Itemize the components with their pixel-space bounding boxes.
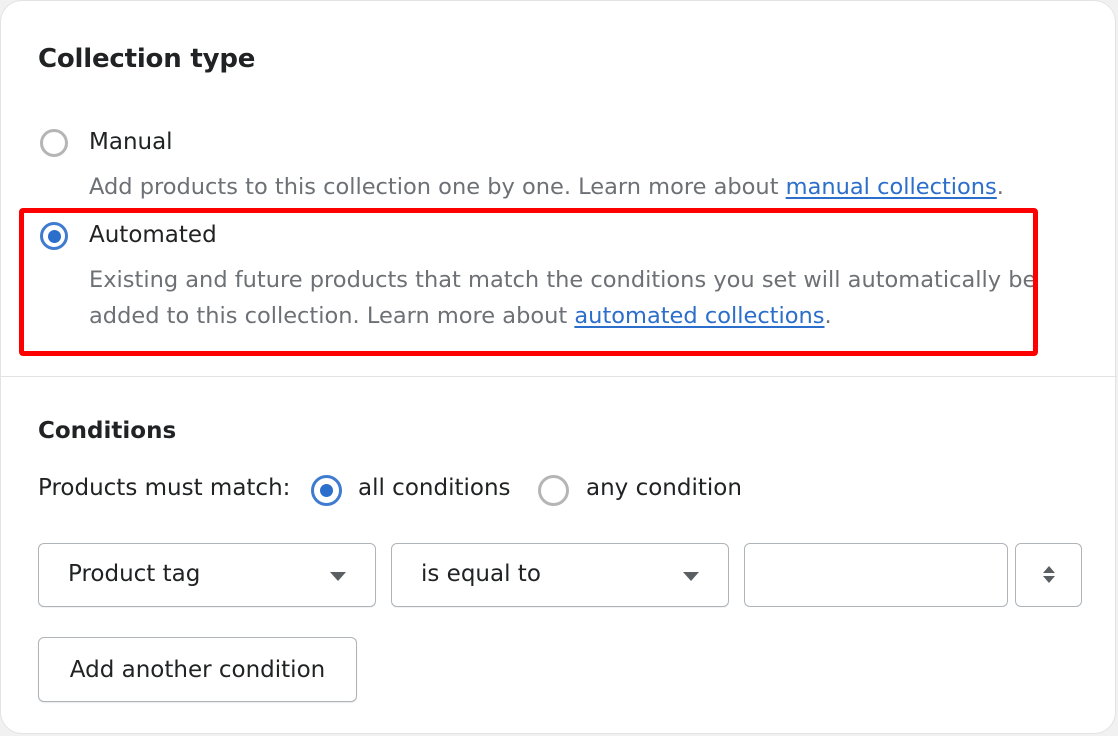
- operator-select[interactable]: is equal to: [391, 543, 729, 607]
- caret-down-icon: [330, 572, 346, 581]
- field-select[interactable]: Product tag: [38, 543, 376, 607]
- manual-collections-link[interactable]: manual collections: [786, 174, 997, 200]
- manual-label[interactable]: Manual: [89, 129, 173, 155]
- stepper-down-icon[interactable]: [1043, 576, 1055, 583]
- highlight-box: [19, 208, 1038, 356]
- field-select-value: Product tag: [68, 561, 201, 587]
- value-stepper[interactable]: [1015, 543, 1082, 607]
- manual-help-prefix: Add products to this collection one by o…: [89, 174, 786, 200]
- add-condition-button[interactable]: Add another condition: [38, 637, 357, 702]
- collection-type-heading: Collection type: [38, 44, 256, 74]
- condition-value-input[interactable]: [744, 543, 1008, 607]
- any-condition-label[interactable]: any condition: [586, 475, 742, 501]
- conditions-heading: Conditions: [38, 418, 177, 444]
- manual-radio[interactable]: [40, 129, 68, 157]
- caret-down-icon: [683, 572, 699, 581]
- all-conditions-radio[interactable]: [311, 475, 342, 506]
- match-label: Products must match:: [38, 475, 291, 501]
- operator-select-value: is equal to: [421, 561, 541, 587]
- manual-help-text: Add products to this collection one by o…: [89, 169, 1004, 205]
- manual-help-suffix: .: [996, 174, 1004, 200]
- section-divider: [1, 376, 1117, 377]
- stepper-up-icon[interactable]: [1043, 566, 1055, 573]
- collection-card: Collection type Manual Add products to t…: [0, 0, 1117, 734]
- all-conditions-label[interactable]: all conditions: [358, 475, 511, 501]
- any-condition-radio[interactable]: [538, 475, 569, 506]
